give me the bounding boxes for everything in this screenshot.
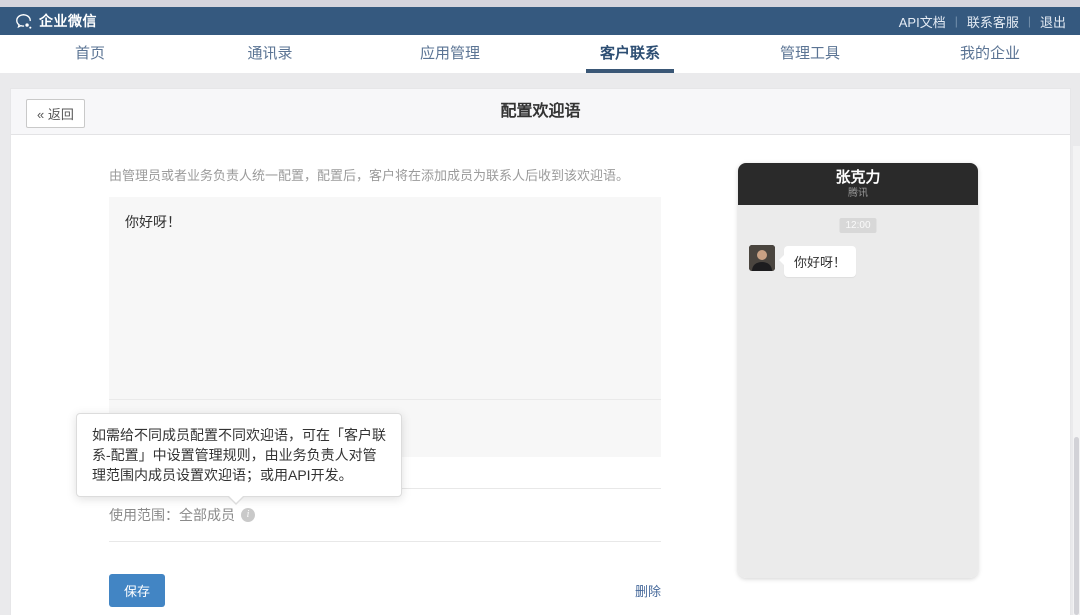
timestamp-badge: 12:00 (839, 218, 876, 233)
divider (109, 541, 661, 542)
tab-home[interactable]: 首页 (0, 35, 180, 73)
tab-customer-contact[interactable]: 客户联系 (540, 35, 720, 73)
panel-header: « 返回 配置欢迎语 (11, 89, 1070, 135)
welcome-message-input[interactable]: 你好呀！ (109, 197, 661, 399)
welcome-message-form: 由管理员或者业务负责人统一配置，配置后，客户将在添加成员为联系人后收到该欢迎语。… (109, 135, 661, 607)
scope-tooltip-text: 如需给不同成员配置不同欢迎语，可在「客户联系-配置」中设置管理规则，由业务负责人… (92, 427, 386, 483)
scope-value: 全部成员 (179, 505, 235, 525)
scrollbar-thumb[interactable] (1074, 437, 1079, 615)
tab-app-management[interactable]: 应用管理 (360, 35, 540, 73)
chat-preview-body: 12:00 你好呀！ (738, 205, 978, 578)
topbar-link-support[interactable]: 联系客服 (967, 12, 1019, 31)
info-icon[interactable]: i (241, 508, 255, 522)
topbar-link-api-docs[interactable]: API文档 (899, 12, 946, 31)
contact-company: 腾讯 (738, 187, 978, 200)
back-button[interactable]: « 返回 (26, 99, 85, 128)
separator: | (955, 14, 958, 28)
tab-management-tools[interactable]: 管理工具 (720, 35, 900, 73)
panel-body: 由管理员或者业务负责人统一配置，配置后，客户将在添加成员为联系人后收到该欢迎语。… (11, 135, 1070, 614)
contact-avatar (749, 245, 775, 271)
tab-contacts[interactable]: 通讯录 (180, 35, 360, 73)
topbar: 企业微信 API文档 | 联系客服 | 退出 (0, 7, 1080, 35)
topbar-links: API文档 | 联系客服 | 退出 (899, 12, 1066, 31)
brand-name: 企业微信 (39, 11, 97, 31)
content-panel: « 返回 配置欢迎语 由管理员或者业务负责人统一配置，配置后，客户将在添加成员为… (10, 88, 1071, 615)
brand: 企业微信 (14, 11, 97, 31)
contact-name: 张克力 (738, 169, 978, 187)
page-title: 配置欢迎语 (11, 89, 1070, 135)
wechat-work-logo-icon (14, 12, 33, 31)
message-bubble: 你好呀！ (784, 246, 856, 277)
window-top-edge (0, 0, 1080, 7)
tab-my-company[interactable]: 我的企业 (900, 35, 1080, 73)
chat-preview-header: 张克力 腾讯 (738, 163, 978, 205)
save-button[interactable]: 保存 (109, 574, 165, 607)
action-bar: 保存 删除 (109, 574, 661, 607)
topbar-link-logout[interactable]: 退出 (1040, 12, 1066, 31)
scope-tooltip: 如需给不同成员配置不同欢迎语，可在「客户联系-配置」中设置管理规则，由业务负责人… (76, 413, 402, 497)
scope-label: 使用范围： (109, 505, 179, 525)
delete-link[interactable]: 删除 (635, 581, 661, 600)
separator: | (1028, 14, 1031, 28)
main-nav: 首页 通讯录 应用管理 客户联系 管理工具 我的企业 (0, 35, 1080, 73)
scrollbar[interactable] (1073, 146, 1080, 615)
page-background: « 返回 配置欢迎语 由管理员或者业务负责人统一配置，配置后，客户将在添加成员为… (0, 73, 1080, 615)
chat-preview: 张克力 腾讯 12:00 你好呀！ (738, 163, 978, 578)
description: 由管理员或者业务负责人统一配置，配置后，客户将在添加成员为联系人后收到该欢迎语。 (109, 165, 661, 184)
message-row: 你好呀！ (749, 245, 856, 277)
